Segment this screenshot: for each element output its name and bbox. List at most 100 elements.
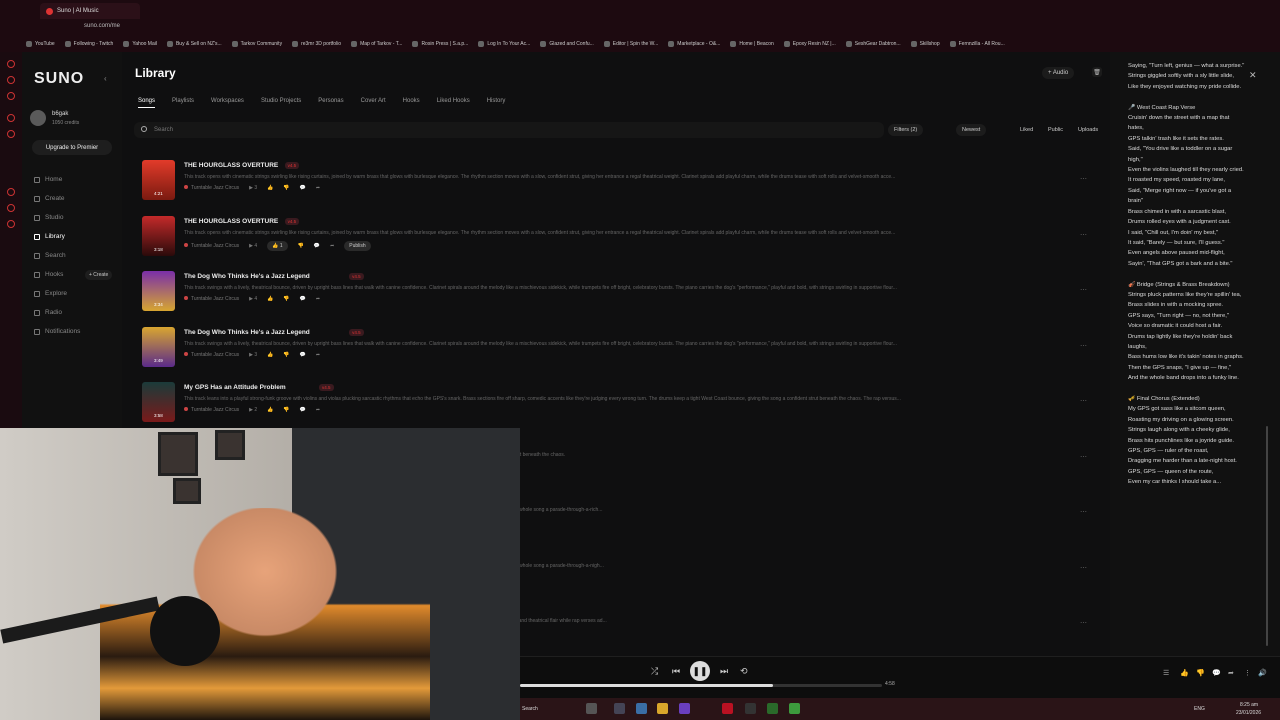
suno-logo[interactable]: SUNO: [34, 70, 84, 88]
sort-button[interactable]: Newest: [956, 124, 987, 136]
volume-icon[interactable]: 🔊: [1258, 669, 1267, 677]
tab-playlists[interactable]: Playlists: [172, 98, 194, 108]
rail-app-icon[interactable]: [7, 188, 15, 196]
comment-icon[interactable]: 💬: [314, 243, 320, 249]
rail-app-icon[interactable]: [7, 114, 15, 122]
bookmark-item[interactable]: Yahoo Mail: [123, 41, 157, 47]
nav-home[interactable]: Home: [34, 176, 62, 183]
progress-bar[interactable]: [520, 684, 882, 687]
add-audio-button[interactable]: + Audio: [1042, 67, 1075, 79]
like-icon[interactable]: 👍: [267, 185, 273, 191]
bookmark-item[interactable]: SeshGear Dabtron...: [845, 41, 901, 47]
artist-link[interactable]: Turntable Jazz Circus: [184, 185, 239, 191]
dislike-icon[interactable]: 👎: [283, 352, 289, 358]
file-explorer-icon[interactable]: [657, 703, 668, 714]
collapse-sidebar-icon[interactable]: ‹: [104, 74, 107, 83]
song-row[interactable]: 4:21 THE HOURGLASS OVERTURE This track ope…: [142, 160, 1092, 210]
app-icon[interactable]: [745, 703, 756, 714]
more-options-icon[interactable]: ⋯: [1080, 508, 1087, 516]
dislike-icon[interactable]: 👎: [1196, 669, 1205, 677]
more-options-icon[interactable]: ⋯: [1080, 342, 1087, 350]
bookmark-item[interactable]: Log In To Your Ac...: [478, 41, 530, 47]
nav-notifications[interactable]: Notifications: [34, 328, 80, 335]
more-options-icon[interactable]: ⋯: [1080, 175, 1087, 183]
rail-app-icon[interactable]: [7, 204, 15, 212]
like-icon[interactable]: 👍: [1180, 669, 1189, 677]
bookmark-item[interactable]: Editor | Spin the W...: [603, 41, 658, 47]
dislike-icon[interactable]: 👎: [283, 407, 289, 413]
comment-icon[interactable]: 💬: [300, 407, 306, 413]
clock-time[interactable]: 8:25 am: [1240, 702, 1258, 708]
bookmark-item[interactable]: Marketplace - O&...: [668, 41, 720, 47]
rail-app-icon[interactable]: [7, 76, 15, 84]
bookmark-item[interactable]: Skillshop: [910, 41, 940, 47]
publish-button[interactable]: Publish: [344, 240, 371, 251]
taskbar-search[interactable]: Search: [522, 706, 538, 712]
song-title[interactable]: The Dog Who Thinks He's a Jazz Legend: [184, 273, 310, 280]
bookmark-item[interactable]: re3mr 3D portfolio: [292, 41, 341, 47]
tab-liked-hooks[interactable]: Liked Hooks: [437, 98, 470, 108]
tab-workspaces[interactable]: Workspaces: [211, 98, 244, 108]
nav-radio[interactable]: Radio: [34, 309, 62, 316]
avatar[interactable]: [30, 110, 46, 126]
tab-hooks[interactable]: Hooks: [403, 98, 420, 108]
song-title[interactable]: THE HOURGLASS OVERTURE: [184, 218, 278, 225]
browser-tab[interactable]: Suno | AI Music: [40, 3, 140, 19]
comment-icon[interactable]: 💬: [300, 296, 306, 302]
bookmark-item[interactable]: Buy & Sell on NZ's...: [166, 41, 222, 47]
app-icon[interactable]: [679, 703, 690, 714]
nav-library[interactable]: Library: [34, 233, 65, 240]
more-options-icon[interactable]: ⋯: [1080, 564, 1087, 572]
queue-icon[interactable]: ☰: [1163, 669, 1169, 677]
tab-cover-art[interactable]: Cover Art: [361, 98, 386, 108]
nav-search[interactable]: Search: [34, 252, 66, 259]
dislike-icon[interactable]: 👎: [283, 296, 289, 302]
more-options-icon[interactable]: ⋯: [1080, 286, 1087, 294]
create-hook-button[interactable]: + Create: [85, 270, 113, 280]
upgrade-button[interactable]: Upgrade to Premier: [32, 140, 112, 155]
tab-history[interactable]: History: [487, 98, 506, 108]
bookmark-item[interactable]: Tarkov Community: [231, 41, 282, 47]
tab-studio-projects[interactable]: Studio Projects: [261, 98, 301, 108]
search-input[interactable]: Search: [134, 122, 884, 138]
more-options-icon[interactable]: ⋯: [1080, 231, 1087, 239]
rail-app-icon[interactable]: [7, 220, 15, 228]
bookmark-item[interactable]: Epoxy Resin NZ |...: [783, 41, 836, 47]
comment-icon[interactable]: 💬: [300, 185, 306, 191]
song-title[interactable]: My GPS Has an Attitude Problem: [184, 384, 286, 391]
more-options-icon[interactable]: ⋯: [1080, 619, 1087, 627]
app-icon[interactable]: [636, 703, 647, 714]
song-row[interactable]: 3:49 The Dog Who Thinks He's a Jazz Legen…: [142, 326, 1092, 377]
close-icon[interactable]: ✕: [1249, 70, 1257, 81]
rail-app-icon[interactable]: [7, 92, 15, 100]
more-options-icon[interactable]: ⋯: [1080, 453, 1087, 461]
share-icon[interactable]: ➦: [316, 296, 320, 302]
song-title[interactable]: The Dog Who Thinks He's a Jazz Legend: [184, 329, 310, 336]
nav-studio[interactable]: Studio: [34, 214, 63, 221]
like-icon[interactable]: 👍: [267, 352, 273, 358]
bookmark-item[interactable]: Glazed and Confu...: [540, 41, 594, 47]
artist-link[interactable]: Turntable Jazz Circus: [184, 351, 239, 358]
task-view-icon[interactable]: [586, 703, 597, 714]
next-icon[interactable]: ⏭: [720, 666, 728, 677]
uploads-filter[interactable]: Uploads: [1072, 124, 1104, 136]
like-button[interactable]: 👍 1: [267, 240, 288, 251]
more-options-icon[interactable]: ⋯: [1080, 397, 1087, 405]
share-icon[interactable]: ➦: [316, 185, 320, 191]
nav-hooks[interactable]: Hooks: [34, 271, 63, 278]
app-icon[interactable]: [614, 703, 625, 714]
opera-icon[interactable]: [722, 703, 733, 714]
bookmark-item[interactable]: YouTube: [26, 41, 55, 47]
repeat-icon[interactable]: ⟲: [740, 666, 748, 677]
bookmark-item[interactable]: Home | Beacon: [730, 41, 774, 47]
share-icon[interactable]: ➦: [330, 243, 334, 249]
public-filter[interactable]: Public: [1042, 124, 1069, 136]
app-icon[interactable]: [767, 703, 778, 714]
lyrics-scrollbar[interactable]: [1266, 426, 1268, 646]
clock-date[interactable]: 23/01/2026: [1236, 710, 1261, 716]
share-icon[interactable]: ➦: [316, 352, 320, 358]
artist-link[interactable]: Turntable Jazz Circus: [184, 407, 239, 413]
tab-personas[interactable]: Personas: [318, 98, 343, 108]
app-icon[interactable]: [789, 703, 800, 714]
tab-songs[interactable]: Songs: [138, 98, 156, 108]
